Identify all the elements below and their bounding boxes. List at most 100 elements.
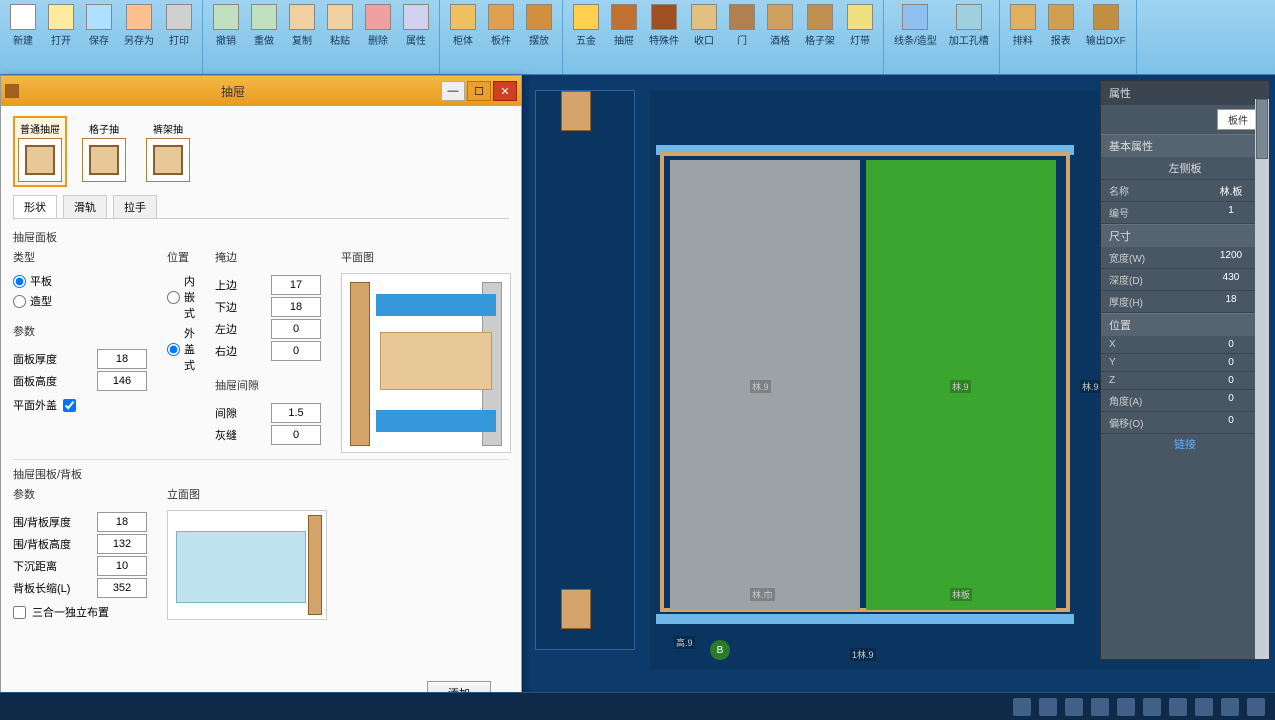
viewport: 林.9 林.9 林.9 林.巾 林板 高.9 1林.9 B 属性 板件 基本属性… [530,80,1270,715]
ribbon-柜体[interactable]: 柜体 [444,2,482,72]
ribbon-排料[interactable]: 排料 [1004,2,1042,72]
ribbon-打印[interactable]: 打印 [160,2,198,72]
param-input[interactable] [97,349,147,369]
status-icon[interactable] [1195,698,1213,716]
dialog-titlebar[interactable]: 抽屉 — ☐ ✕ [1,76,521,106]
ribbon-label: 线条/造型 [894,32,937,47]
param-input[interactable] [271,319,321,339]
ribbon-摆放[interactable]: 摆放 [520,2,558,72]
ribbon-label: 打开 [51,32,71,47]
sub-tab[interactable]: 形状 [13,195,57,218]
elev-view-label: 立面图 [167,486,327,502]
ribbon-重做[interactable]: 重做 [245,2,283,72]
check-cam[interactable]: 三合一独立布置 [13,604,147,620]
minimize-button[interactable]: — [441,81,465,101]
prop-row[interactable]: 编号1 [1101,202,1269,224]
status-icon[interactable] [1143,698,1161,716]
radio-outer[interactable]: 外盖式 [167,325,195,373]
ribbon-删除[interactable]: 删除 [359,2,397,72]
prop-row[interactable]: Z0 [1101,372,1269,390]
ribbon-收口[interactable]: 收口 [685,2,723,72]
param-input[interactable] [271,425,321,445]
ribbon-格子架[interactable]: 格子架 [799,2,841,72]
preview-3d[interactable] [535,90,635,650]
prop-row[interactable]: 偏移(O)0 [1101,412,1269,434]
prop-row[interactable]: 角度(A)0 [1101,390,1269,412]
group-params-label: 参数 [13,323,147,339]
props-scrollbar[interactable] [1255,99,1269,659]
view-badge[interactable]: B [710,640,730,660]
scroll-thumb[interactable] [1256,99,1268,159]
type-tab[interactable]: 裤架抽 [141,116,195,187]
ribbon-保存[interactable]: 保存 [80,2,118,72]
dialog-icon [5,84,19,98]
ribbon-板件[interactable]: 板件 [482,2,520,72]
status-icon[interactable] [1247,698,1265,716]
prop-row[interactable]: 深度(D)430 [1101,269,1269,291]
ribbon-icon [10,4,36,30]
ribbon-icon [573,4,599,30]
ribbon-加工孔槽[interactable]: 加工孔槽 [943,2,995,72]
param-input[interactable] [97,534,147,554]
sub-tabs: 形状滑轨拉手 [13,195,509,219]
plan-view-label: 平面图 [341,249,511,265]
radio-flat[interactable]: 平板 [13,273,147,289]
ribbon-抽屉[interactable]: 抽屉 [605,2,643,72]
param-input[interactable] [271,341,321,361]
ribbon-打开[interactable]: 打开 [42,2,80,72]
ribbon-线条/造型[interactable]: 线条/造型 [888,2,943,72]
group-cover-label: 掩边 [215,249,321,265]
props-group-base: 基本属性 [1101,135,1269,157]
param-input[interactable] [97,371,147,391]
ribbon-酒格[interactable]: 酒格 [761,2,799,72]
ribbon-报表[interactable]: 报表 [1042,2,1080,72]
close-button[interactable]: ✕ [493,81,517,101]
ribbon-五金[interactable]: 五金 [567,2,605,72]
type-tab[interactable]: 普通抽屉 [13,116,67,187]
param-input[interactable] [97,556,147,576]
check-overlay[interactable]: 平面外盖 [13,397,147,413]
radio-shaped[interactable]: 造型 [13,293,147,309]
type-tab-icon [18,138,62,182]
param-input[interactable] [271,275,321,295]
prop-row[interactable]: Y0 [1101,354,1269,372]
ribbon-新建[interactable]: 新建 [4,2,42,72]
props-tab-panel[interactable]: 板件 [1217,109,1259,130]
ribbon-复制[interactable]: 复制 [283,2,321,72]
status-icon[interactable] [1221,698,1239,716]
ribbon-门[interactable]: 门 [723,2,761,72]
status-icon[interactable] [1169,698,1187,716]
ribbon-属性[interactable]: 属性 [397,2,435,72]
dim-right2: 林.9 [1080,380,1101,393]
prop-row[interactable]: 宽度(W)1200 [1101,247,1269,269]
prop-row[interactable]: 名称林.板 [1101,180,1269,202]
radio-inner[interactable]: 内嵌式 [167,273,195,321]
sub-tab[interactable]: 滑轨 [63,195,107,218]
param-input[interactable] [97,578,147,598]
prop-row[interactable]: 厚度(H)18 [1101,291,1269,313]
sub-tab[interactable]: 拉手 [113,195,157,218]
status-icon[interactable] [1091,698,1109,716]
type-tab[interactable]: 格子抽 [77,116,131,187]
param-row: 灰缝 [215,425,321,445]
param-input[interactable] [97,512,147,532]
status-icon[interactable] [1039,698,1057,716]
props-tabrow: 板件 [1101,105,1269,134]
ribbon-粘贴[interactable]: 粘贴 [321,2,359,72]
dim-total: 1林.9 [850,648,876,661]
param-input[interactable] [271,403,321,423]
ribbon-撤销[interactable]: 撤销 [207,2,245,72]
status-icon[interactable] [1065,698,1083,716]
maximize-button[interactable]: ☐ [467,81,491,101]
status-icon[interactable] [1013,698,1031,716]
ribbon-输出DXF[interactable]: 输出DXF [1080,2,1132,72]
ribbon-icon [767,4,793,30]
param-input[interactable] [271,297,321,317]
ribbon-另存为[interactable]: 另存为 [118,2,160,72]
group-gap-label: 抽屉间隙 [215,377,321,393]
prop-row[interactable]: X0 [1101,336,1269,354]
status-icon[interactable] [1117,698,1135,716]
ribbon-灯带[interactable]: 灯带 [841,2,879,72]
ribbon-特殊件[interactable]: 特殊件 [643,2,685,72]
props-link[interactable]: 链接 [1101,434,1269,454]
